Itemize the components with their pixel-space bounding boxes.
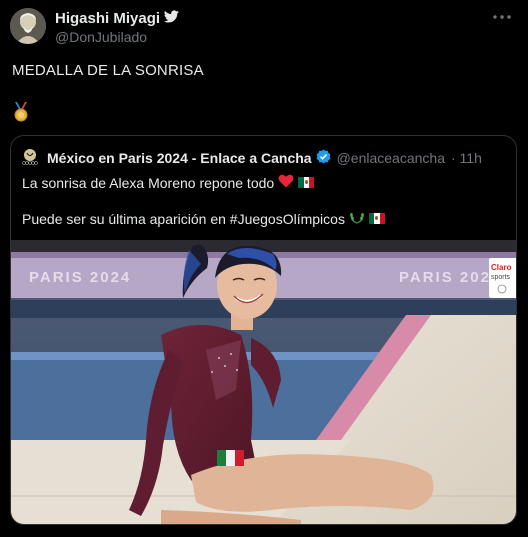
verified-badge-icon [316, 149, 331, 167]
mexico-flag-icon [298, 177, 315, 188]
banner-text-left: PARIS 2024 [29, 269, 131, 286]
quoted-author: México en Paris 2024 - Enlace a Cancha @… [47, 149, 482, 167]
tweet-text: MEDALLA DE LA SONRISA [12, 62, 204, 79]
paris-2024-logo-icon [20, 147, 40, 167]
author-avatar[interactable] [10, 8, 46, 44]
quoted-text-line-2: Puede ser su última aparición en #Juegos… [22, 209, 385, 228]
quoted-text-1: La sonrisa de Alexa Moreno repone todo [22, 174, 275, 191]
twitter-bird-icon [163, 10, 179, 27]
quoted-time[interactable]: · 11h [451, 150, 482, 166]
sponsor-text-top: Claro [491, 263, 512, 272]
author-handle[interactable]: @DonJubilado [55, 29, 147, 45]
medal-icon [12, 102, 30, 127]
video-frame[interactable]: PARIS 2024 PARIS 2024 Claro sports [11, 240, 516, 524]
sponsor-text-bottom: sports [491, 274, 511, 281]
quoted-author-handle[interactable]: @enlaceacancha [337, 150, 445, 166]
author-name[interactable]: Higashi Miyagi [55, 10, 179, 27]
author-name-text[interactable]: Higashi Miyagi [55, 10, 160, 27]
tweet: Higashi Miyagi @DonJubilado MEDALLA DE L… [0, 0, 528, 537]
quoted-author-name[interactable]: México en Paris 2024 - Enlace a Cancha [47, 150, 312, 166]
heart-icon [278, 174, 294, 191]
quoted-text-2: Puede ser su última aparición en #Juegos… [22, 210, 345, 227]
quoted-text-line-1: La sonrisa de Alexa Moreno repone todo [22, 174, 315, 191]
more-icon [493, 15, 511, 19]
more-options-button[interactable] [490, 10, 514, 24]
quoted-tweet-card[interactable]: México en Paris 2024 - Enlace a Cancha @… [10, 135, 517, 525]
banner-text-right: PARIS 2024 [399, 269, 501, 286]
mexico-flag-icon [368, 213, 385, 224]
laurel-icon [349, 209, 365, 228]
